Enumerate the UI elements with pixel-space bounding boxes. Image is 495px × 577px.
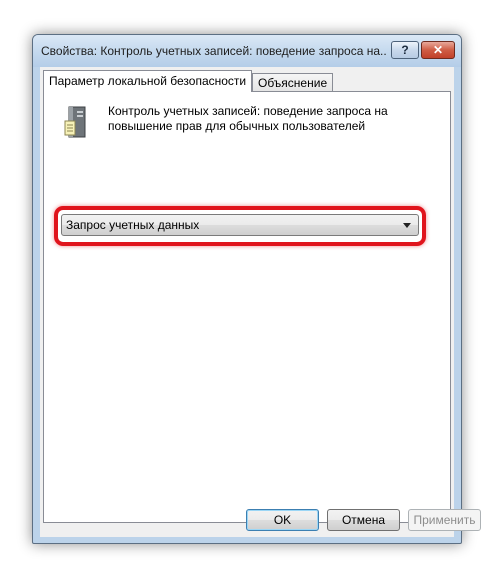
dropdown-selected-value: Запрос учетных данных [66, 218, 200, 232]
title-bar[interactable]: Свойства: Контроль учетных записей: пове… [33, 35, 461, 67]
policy-description-line-2: повышение прав для обычных пользователей [108, 119, 366, 133]
close-button[interactable]: ✕ [421, 41, 455, 59]
cancel-button[interactable]: Отмена [327, 509, 400, 531]
window-title: Свойства: Контроль учетных записей: пове… [41, 44, 386, 58]
tab-explain[interactable]: Объяснение [252, 73, 334, 93]
dialog-client-area: Параметр локальной безопасности Объяснен… [40, 67, 454, 537]
tab-panel: Контроль учетных записей: поведение запр… [43, 91, 451, 523]
properties-dialog: Свойства: Контроль учетных записей: пове… [32, 34, 481, 544]
ok-button[interactable]: OK [246, 509, 319, 531]
apply-button[interactable]: Применить [408, 509, 481, 531]
tab-local-security-setting[interactable]: Параметр локальной безопасности [43, 70, 253, 92]
help-button[interactable]: ? [391, 41, 419, 59]
policy-description-line-1: Контроль учетных записей: поведение запр… [108, 104, 388, 118]
policy-description: Контроль учетных записей: поведение запр… [108, 104, 428, 134]
elevation-prompt-dropdown[interactable]: Запрос учетных данных [61, 214, 419, 236]
server-icon [64, 106, 86, 138]
chevron-down-icon [403, 223, 411, 228]
